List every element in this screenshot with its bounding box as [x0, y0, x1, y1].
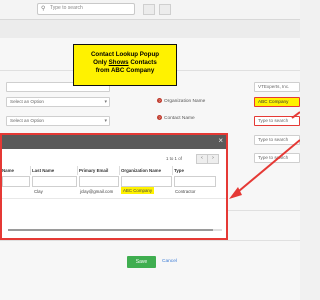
- column-separator: [119, 166, 120, 175]
- filter-email-input[interactable]: [79, 176, 119, 187]
- close-icon[interactable]: ×: [218, 136, 223, 145]
- column-header-name[interactable]: Name: [2, 168, 14, 173]
- next-page-button[interactable]: ›: [207, 154, 219, 164]
- cell-organization[interactable]: ABC Company: [121, 187, 155, 194]
- contact-name-label: ? Contact Name: [157, 115, 195, 121]
- bookmark-icon[interactable]: [159, 4, 171, 15]
- contact-name-input[interactable]: Type to search: [254, 116, 300, 126]
- lookup-input-4[interactable]: Type to search: [254, 153, 300, 163]
- select-text: Select an Option: [10, 99, 44, 104]
- filter-last-name-input[interactable]: [32, 176, 77, 187]
- lookup-placeholder: Type to search: [258, 137, 289, 142]
- row-divider: [2, 198, 226, 199]
- divider: [228, 210, 300, 211]
- divider: [0, 240, 300, 241]
- search-icon: ⚲: [41, 6, 46, 12]
- annotation-callout: Contact Lookup Popup Only Shows Contacts…: [73, 44, 177, 86]
- cancel-link[interactable]: Cancel: [162, 259, 177, 264]
- filter-type-input[interactable]: [174, 176, 216, 187]
- header-band: [0, 20, 300, 38]
- chevron-down-icon: ▾: [104, 118, 107, 124]
- lookup-input-3[interactable]: Type to search: [254, 135, 300, 145]
- cell-last-name[interactable]: Clay: [34, 189, 43, 194]
- callout-line-2: Only Shows Contacts: [93, 58, 157, 66]
- search-placeholder: Type to search: [50, 5, 83, 11]
- cell-email[interactable]: jclay@gmail.com: [80, 189, 113, 194]
- org-name-label: ? Organization Name: [157, 98, 206, 104]
- column-separator: [172, 166, 173, 175]
- column-header-type[interactable]: Type: [174, 168, 184, 173]
- callout-line-1: Contact Lookup Popup: [90, 51, 160, 58]
- left-select-1[interactable]: Select an Option ▾: [6, 97, 110, 107]
- scrollbar-track: [213, 229, 222, 231]
- column-header-email[interactable]: Primary Email: [79, 168, 108, 173]
- popup-header: ×: [2, 135, 226, 149]
- company-value: VTExperts, Inc.: [258, 84, 290, 89]
- organization-field[interactable]: ABC Company: [254, 97, 300, 107]
- callout-line-3: from ABC Company: [95, 66, 155, 74]
- column-header-last-name[interactable]: Last Name: [32, 168, 54, 173]
- select-text: Select an Option: [10, 118, 44, 123]
- filter-organization-input[interactable]: [121, 176, 172, 187]
- contact-lookup-popup: × 1 to 1 of ‹ › Name Last Name Primary E…: [0, 133, 228, 240]
- save-button[interactable]: Save: [127, 256, 156, 268]
- global-search-input[interactable]: ⚲ Type to search: [37, 3, 135, 15]
- required-icon: ?: [157, 98, 162, 103]
- horizontal-scrollbar[interactable]: [8, 229, 213, 231]
- column-header-organization[interactable]: Organization Name: [121, 168, 161, 173]
- required-icon: ?: [157, 115, 162, 120]
- cell-type[interactable]: Contractor: [175, 189, 196, 194]
- left-select-2[interactable]: Select an Option ▾: [6, 116, 110, 126]
- organization-value: ABC Company: [258, 99, 289, 104]
- contact-placeholder: Type to search: [258, 118, 289, 123]
- notifications-icon[interactable]: [143, 4, 155, 15]
- column-separator: [30, 166, 31, 175]
- lookup-placeholder: Type to search: [258, 155, 289, 160]
- company-field[interactable]: VTExperts, Inc.: [254, 82, 300, 92]
- column-separator: [77, 166, 78, 175]
- pager-text: 1 to 1 of: [166, 156, 182, 161]
- filter-name-input[interactable]: [2, 176, 30, 187]
- chevron-down-icon: ▾: [104, 99, 107, 105]
